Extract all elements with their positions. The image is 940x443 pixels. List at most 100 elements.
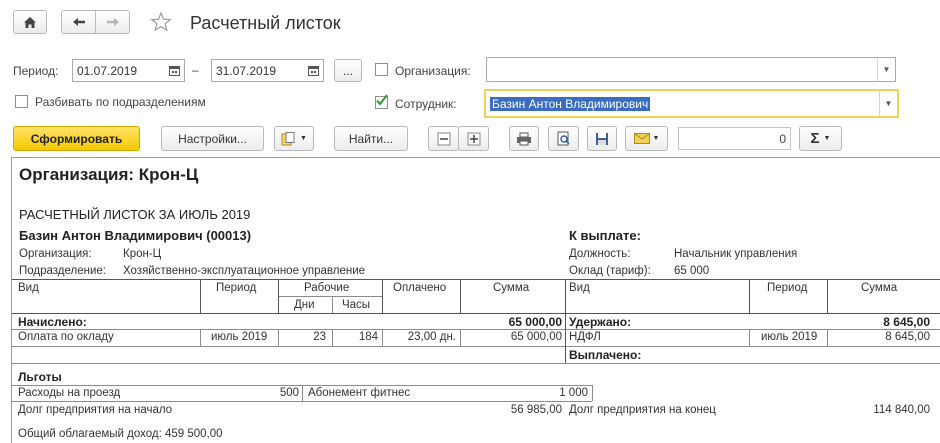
header-working: Рабочие [304,282,350,294]
dept-label: Подразделение: [19,265,106,277]
date-from-field[interactable]: 01.07.2019 [72,59,185,82]
save-button[interactable] [587,126,617,151]
employee-label: Сотрудник: [395,97,457,111]
preview-button[interactable] [548,126,579,151]
withheld-total: 8 645,00 [883,315,930,329]
paid-out-label: Выплачено: [569,348,642,362]
report-title: РАСЧЕТНЫЙ ЛИСТОК ЗА ИЮЛЬ 2019 [19,207,251,222]
date-to-field[interactable]: 31.07.2019 [211,59,324,82]
floppy-disk-icon [596,132,608,145]
organization-checkbox[interactable] [375,63,388,76]
withheld-label: Удержано: [569,315,632,329]
home-icon [24,16,36,28]
accrual-paid: 23,00 дн. [407,331,456,343]
expand-groups-icon [467,132,480,145]
accrual-vid: Оплата по окладу [18,331,114,343]
organization-label: Организация: [395,64,471,78]
expand-groups-button[interactable] [458,126,489,151]
sigma-icon: Σ [810,130,820,147]
period-select-button[interactable]: ... [334,59,362,82]
back-button[interactable] [61,10,96,34]
print-button[interactable] [509,126,539,151]
benefit2-name: Абонемент фитнес [308,387,411,399]
employee-field[interactable]: Базин Антон Владимирович ▼ [484,89,899,118]
accrued-label: Начислено: [18,315,87,329]
date-to-value: 31.07.2019 [216,63,277,78]
header-paid: Оплачено [393,282,447,294]
date-dash: – [192,63,199,77]
dept-value: Хозяйственно-эксплуатационное управление [123,265,366,277]
header-right-vid: Вид [569,282,590,294]
org-label: Организация: [19,248,92,260]
report-org-header: Организация: Крон-Ц [19,165,199,184]
withheld-vid: НДФЛ [569,331,601,343]
send-email-button[interactable]: ▼ [625,126,668,151]
accrued-total: 65 000,00 [508,315,562,329]
salary-value: 65 000 [674,265,710,277]
chevron-down-icon: ▼ [300,135,307,142]
date-from-value: 01.07.2019 [77,63,138,78]
position-label: Должность: [569,248,631,260]
header-period: Период [216,282,257,294]
header-hours: Часы [342,299,371,311]
print-preview-icon [557,131,570,146]
employee-value: Базин Антон Владимирович [490,96,651,111]
accrual-hours: 184 [358,331,378,343]
checkmark-icon [376,94,388,106]
envelope-icon [633,133,650,144]
header-right-period: Период [767,282,808,294]
favorite-star-button[interactable] [150,11,172,33]
chevron-down-icon: ▼ [823,135,831,142]
settings-button[interactable]: Настройки... [161,126,264,151]
benefits-label: Льготы [18,370,62,384]
star-icon [150,11,172,32]
period-label: Период: [13,64,59,78]
generate-button[interactable]: Сформировать [13,126,140,151]
employee-checkbox[interactable] [375,94,388,109]
debt-start-label: Долг предприятия на начало [18,404,173,416]
header-vid: Вид [18,282,39,294]
header-days: Дни [294,299,315,311]
report-sheet: Организация: Крон-Ц РАСЧЕТНЫЙ ЛИСТОК ЗА … [11,157,940,443]
sum-mode-button[interactable]: Σ ▼ [799,126,842,151]
withheld-period: июль 2019 [761,331,818,343]
split-by-department-checkbox[interactable] [15,95,28,108]
forward-button[interactable] [95,10,130,34]
chevron-down-icon[interactable]: ▼ [877,58,895,81]
benefit1-name: Расходы на проезд [18,387,121,399]
position-value: Начальник управления [674,248,798,260]
chevron-down-icon[interactable]: ▼ [879,91,897,116]
taxable-income: Общий облагаемый доход: 459 500,00 [18,428,223,440]
arrow-left-icon [72,18,85,26]
calendar-icon[interactable] [169,65,180,79]
collapse-groups-button[interactable] [428,126,459,151]
header-sum: Сумма [493,282,530,294]
benefit2-value: 1 000 [559,387,588,399]
to-pay-label: К выплате: [569,228,641,243]
org-value: Крон-Ц [123,248,162,260]
chevron-down-icon: ▼ [652,135,660,142]
collapse-groups-icon [437,132,450,145]
accrual-sum: 65 000,00 [510,331,562,343]
split-by-department-label: Разбивать по подразделениям [35,95,206,109]
sum-value-field[interactable]: 0 [678,127,791,150]
header-right-sum: Сумма [861,282,898,294]
withheld-sum: 8 645,00 [885,331,930,343]
sum-value: 0 [779,131,786,146]
window-title: Расчетный листок [190,13,341,33]
printer-icon [517,132,531,145]
benefit1-value: 500 [279,387,299,399]
organization-field[interactable]: ▼ [486,57,896,82]
arrow-right-icon [106,18,119,26]
variant-menu-button[interactable]: ▼ [274,126,314,151]
accrual-days: 23 [313,331,326,343]
salary-label: Оклад (тариф): [569,265,651,277]
find-button[interactable]: Найти... [334,126,408,151]
accrual-period: июль 2019 [211,331,268,343]
report-employee: Базин Антон Владимирович (00013) [19,228,252,243]
debt-end-value: 114 840,00 [873,404,930,416]
home-button[interactable] [13,10,47,34]
report-variant-icon [281,131,295,145]
debt-start-value: 56 985,00 [510,404,562,416]
calendar-icon[interactable] [308,65,319,79]
